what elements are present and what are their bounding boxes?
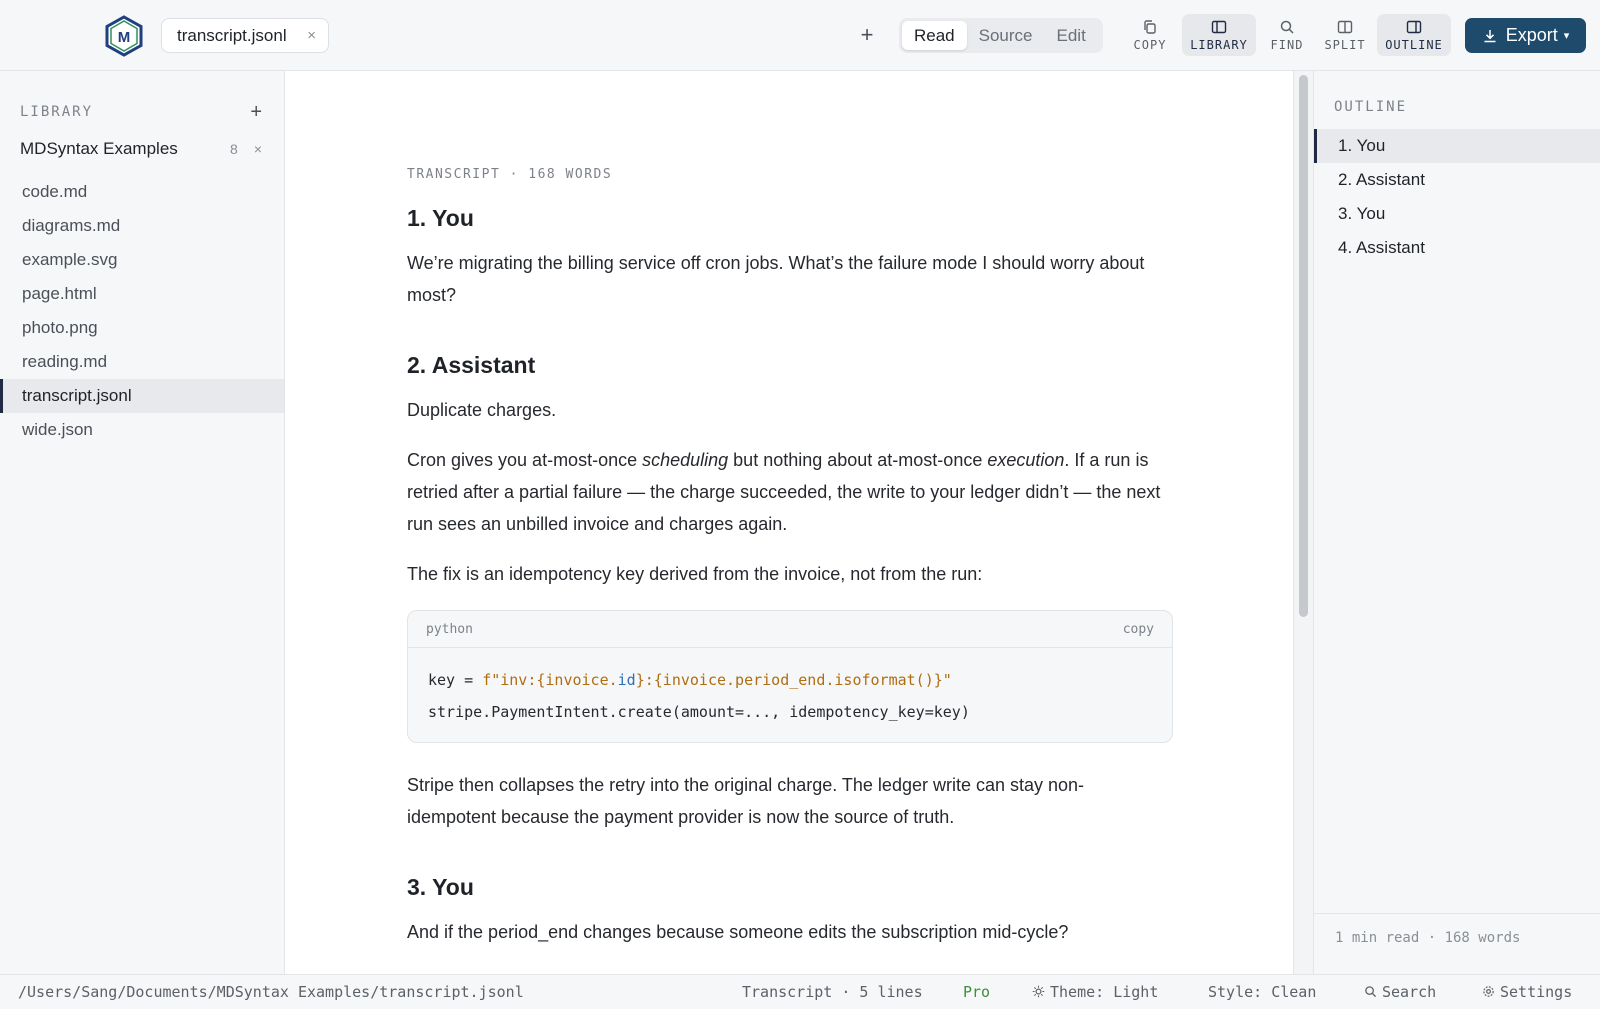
outline-label: OUTLINE xyxy=(1385,37,1443,52)
settings-label: Settings xyxy=(1500,983,1573,1001)
collection-header[interactable]: MDSyntax Examples 8 × xyxy=(20,139,262,159)
heading-turn-2: 2. Assistant xyxy=(407,352,536,378)
code-language-label: python xyxy=(426,621,473,637)
export-label: Export xyxy=(1505,25,1558,45)
export-button[interactable]: Export ▾ xyxy=(1465,18,1586,53)
paragraph-duplicate: Duplicate charges. xyxy=(407,400,557,420)
scrollbar-thumb[interactable] xyxy=(1299,75,1308,617)
file-tab-transcript[interactable]: transcript.jsonl × xyxy=(161,18,329,53)
paragraph-turn-3: And if the period_end changes because so… xyxy=(407,922,1069,942)
mode-read-button[interactable]: Read xyxy=(902,21,967,50)
code-line-1: key = f"inv:{invoice.id}:{invoice.period… xyxy=(428,664,1152,696)
chevron-down-icon: ▾ xyxy=(1563,30,1570,42)
add-collection-icon[interactable]: + xyxy=(250,102,262,122)
outline-title: OUTLINE xyxy=(1334,99,1408,115)
paragraph-fix: The fix is an idempotency key derived fr… xyxy=(407,564,983,584)
find-label: FIND xyxy=(1270,37,1304,52)
search-icon xyxy=(1365,986,1377,998)
find-button[interactable]: FIND xyxy=(1264,14,1310,56)
sidebar-left-icon xyxy=(1211,20,1227,33)
sidebar-right-icon xyxy=(1406,20,1422,33)
code-block: python copy key = f"inv:{invoice.id}:{in… xyxy=(407,610,1173,743)
code-string-token: f"inv:{invoice. xyxy=(482,671,618,689)
theme-label: Theme: Light xyxy=(1050,983,1159,1001)
document-info: Transcript · 5 lines xyxy=(742,983,923,1001)
mode-source-button[interactable]: Source xyxy=(967,21,1045,50)
file-item-photo-png[interactable]: photo.png xyxy=(0,311,284,345)
file-item-code-md[interactable]: code.md xyxy=(0,175,284,209)
paragraph-stripe: Stripe then collapses the retry into the… xyxy=(407,775,1085,827)
document-scrollbar[interactable] xyxy=(1293,71,1313,974)
search-label: Search xyxy=(1382,983,1437,1001)
new-tab-button[interactable]: + xyxy=(858,22,876,48)
code-copy-button[interactable]: copy xyxy=(1123,622,1154,637)
code-body: key = f"inv:{invoice.id}:{invoice.period… xyxy=(408,648,1172,742)
status-bar: /Users/Sang/Documents/MDSyntax Examples/… xyxy=(0,974,1600,1009)
split-button[interactable]: SPLIT xyxy=(1320,14,1370,56)
gear-icon xyxy=(1483,986,1494,997)
split-label: SPLIT xyxy=(1324,37,1366,52)
heading-turn-1: 1. You xyxy=(407,205,474,231)
file-tab-label: transcript.jsonl xyxy=(177,25,287,45)
close-tab-icon[interactable]: × xyxy=(307,27,316,44)
library-sidebar: LIBRARY + MDSyntax Examples 8 × code.md … xyxy=(0,71,285,974)
file-item-example-svg[interactable]: example.svg xyxy=(0,243,284,277)
sun-icon xyxy=(1032,985,1045,998)
paragraph-cron: Cron gives you at-most-once scheduling b… xyxy=(407,444,1173,540)
code-line-2: stripe.PaymentIntent.create(amount=..., … xyxy=(428,703,970,721)
file-item-diagrams-md[interactable]: diagrams.md xyxy=(0,209,284,243)
library-label: LIBRARY xyxy=(1190,37,1248,52)
split-view-icon xyxy=(1337,20,1353,33)
theme-toggle[interactable]: Theme: Light xyxy=(1032,983,1158,1001)
view-mode-switcher: Read Source Edit xyxy=(899,18,1103,53)
library-header: LIBRARY + xyxy=(20,102,262,122)
code-string-token: }:{invoice.period_end.isoformat()}" xyxy=(635,671,952,689)
text-run: but nothing about at-most-once xyxy=(728,450,988,470)
reading-time: 1 min read · 168 words xyxy=(1314,913,1600,946)
library-title: LIBRARY xyxy=(20,104,94,120)
top-bar: M transcript.jsonl × + Read Source Edit … xyxy=(0,0,1600,71)
code-token: key = xyxy=(428,671,483,689)
document-content: TRANSCRIPT · 168 WORDS 1. You We’re migr… xyxy=(407,167,1173,948)
mode-edit-button[interactable]: Edit xyxy=(1045,21,1098,50)
heading-turn-3: 3. You xyxy=(407,874,474,900)
outline-item-2[interactable]: 2. Assistant xyxy=(1314,163,1600,197)
app-logo-icon: M xyxy=(104,15,144,57)
settings-button[interactable]: Settings xyxy=(1482,983,1572,1001)
copy-button[interactable]: COPY xyxy=(1129,14,1171,56)
file-path: /Users/Sang/Documents/MDSyntax Examples/… xyxy=(18,983,524,1001)
document-view: TRANSCRIPT · 168 WORDS 1. You We’re migr… xyxy=(285,71,1293,974)
outline-sidebar: OUTLINE 1. You 2. Assistant 3. You 4. As… xyxy=(1313,71,1600,974)
outline-toggle-button[interactable]: OUTLINE xyxy=(1377,14,1451,56)
app-logo-text: M xyxy=(118,29,131,46)
document-meta: TRANSCRIPT · 168 WORDS xyxy=(407,167,613,182)
file-item-page-html[interactable]: page.html xyxy=(0,277,284,311)
collection-count-badge: 8 xyxy=(230,141,238,157)
collection-name: MDSyntax Examples xyxy=(20,139,178,158)
text-run: Cron gives you at-most-once xyxy=(407,450,643,470)
copy-icon xyxy=(1144,19,1156,34)
file-item-reading-md[interactable]: reading.md xyxy=(0,345,284,379)
search-icon xyxy=(1280,20,1294,34)
code-attr-token: id xyxy=(617,671,636,689)
outline-item-1[interactable]: 1. You xyxy=(1314,129,1600,163)
outline-list: 1. You 2. Assistant 3. You 4. Assistant xyxy=(1314,129,1600,265)
style-selector[interactable]: Style: Clean xyxy=(1208,983,1316,1001)
pro-badge: Pro xyxy=(963,983,991,1001)
close-collection-icon[interactable]: × xyxy=(254,141,262,157)
code-block-header: python copy xyxy=(408,611,1172,648)
file-item-transcript-jsonl[interactable]: transcript.jsonl xyxy=(0,379,284,413)
copy-label: COPY xyxy=(1133,37,1167,52)
search-button[interactable]: Search xyxy=(1364,983,1436,1001)
file-list: code.md diagrams.md example.svg page.htm… xyxy=(0,175,284,447)
download-icon xyxy=(1484,29,1496,42)
paragraph-turn-1: We’re migrating the billing service off … xyxy=(407,253,1145,305)
file-item-wide-json[interactable]: wide.json xyxy=(0,413,284,447)
outline-item-3[interactable]: 3. You xyxy=(1314,197,1600,231)
emphasis-scheduling: scheduling xyxy=(642,450,729,470)
emphasis-execution: execution xyxy=(987,450,1065,470)
outline-item-4[interactable]: 4. Assistant xyxy=(1314,231,1600,265)
library-toggle-button[interactable]: LIBRARY xyxy=(1182,14,1256,56)
